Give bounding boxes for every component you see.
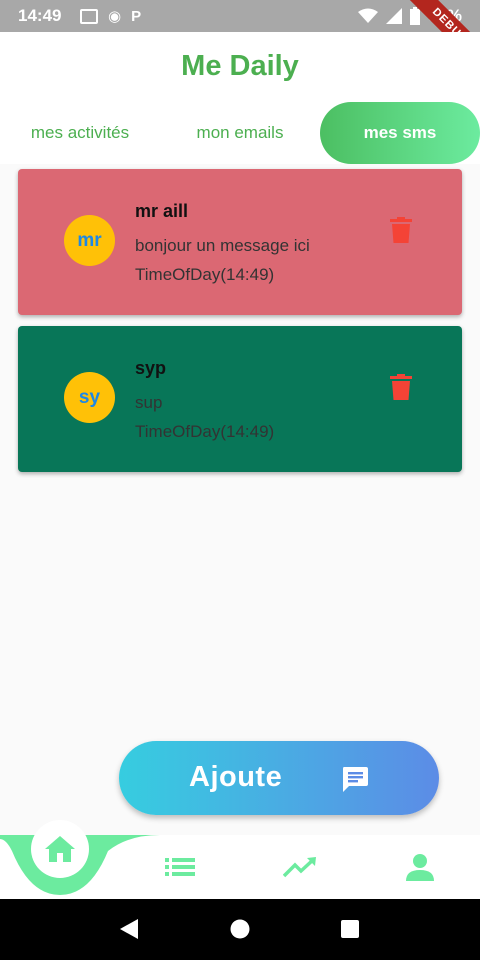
- trending-icon: [283, 857, 316, 878]
- signal-icon: [385, 8, 402, 24]
- message-card[interactable]: mr mr aill bonjour un message ici TimeOf…: [18, 169, 462, 315]
- avatar: sy: [64, 372, 115, 423]
- notification-icons: ◉ P: [80, 7, 141, 25]
- bottom-nav: [0, 820, 480, 899]
- list-icon: [165, 858, 195, 876]
- tab-sms[interactable]: mes sms: [320, 102, 480, 164]
- tv-icon: ◉: [108, 8, 122, 25]
- message-sender: syp: [135, 358, 167, 378]
- message-sender: mr aill: [135, 201, 189, 221]
- wifi-icon: [357, 8, 378, 23]
- battery-icon: [409, 7, 420, 25]
- add-button[interactable]: Ajoute: [119, 741, 439, 815]
- message-text: bonjour un message ici: [135, 236, 310, 255]
- system-nav-bar: [0, 899, 480, 960]
- back-icon[interactable]: [118, 917, 140, 941]
- message-text: sup: [135, 393, 163, 412]
- nav-trending[interactable]: [260, 835, 340, 899]
- tab-bar: mes activités mon emails mes sms: [0, 102, 480, 164]
- home-icon: [45, 836, 75, 862]
- message-icon: [343, 767, 368, 792]
- status-time: 14:49: [18, 6, 62, 25]
- gmail-icon: [80, 8, 98, 24]
- message-card[interactable]: sy syp sup TimeOfDay(14:49): [18, 326, 462, 472]
- recents-icon[interactable]: [339, 917, 361, 941]
- trash-icon[interactable]: [390, 217, 412, 243]
- app-bar: Me Daily: [0, 32, 480, 102]
- trash-icon[interactable]: [390, 374, 412, 400]
- nav-profile[interactable]: [380, 835, 460, 899]
- tab-emails[interactable]: mon emails: [160, 102, 320, 164]
- nav-home[interactable]: [31, 820, 89, 878]
- nav-list[interactable]: [140, 835, 220, 899]
- status-bar: 14:49 ◉ P 99% DEBUG: [0, 0, 480, 83]
- page-title: Me Daily: [181, 50, 299, 82]
- tab-activites[interactable]: mes activités: [0, 102, 160, 164]
- message-time: TimeOfDay(14:49): [135, 422, 275, 441]
- message-time: TimeOfDay(14:49): [135, 265, 275, 284]
- avatar: mr: [64, 215, 115, 266]
- home-circle-icon[interactable]: [229, 917, 251, 941]
- add-button-label: Ajoute: [189, 761, 283, 793]
- person-icon: [406, 854, 434, 881]
- p-icon: P: [131, 7, 142, 25]
